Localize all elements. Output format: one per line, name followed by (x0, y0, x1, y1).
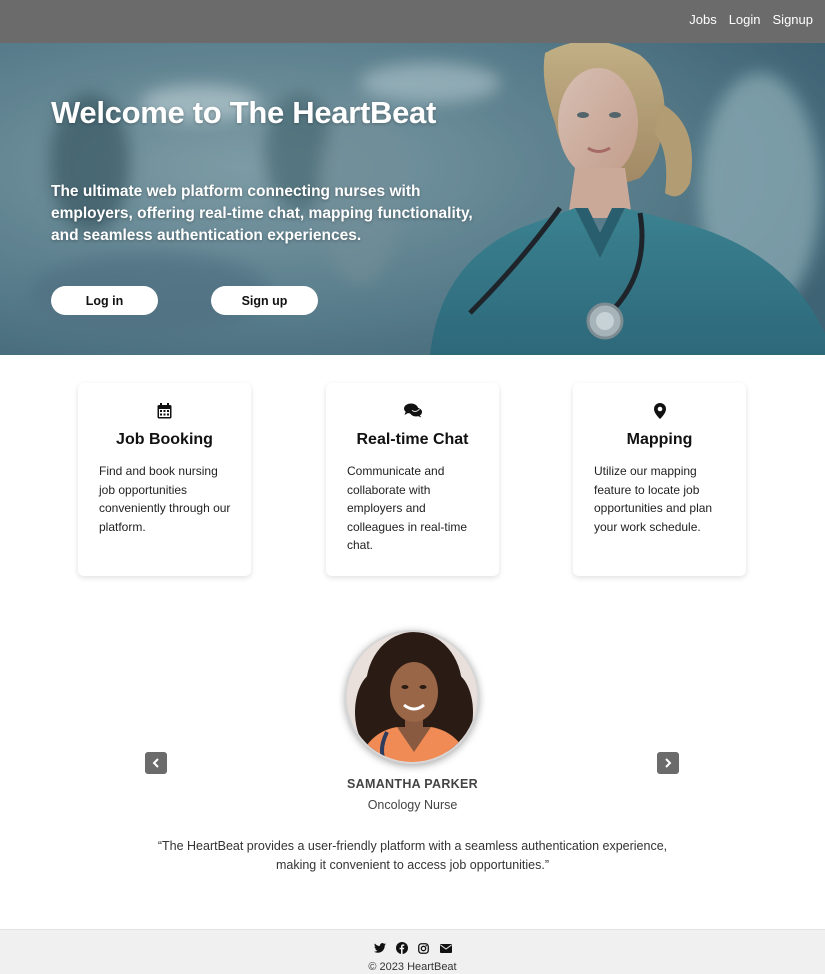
nav-link-jobs[interactable]: Jobs (689, 12, 716, 27)
footer: © 2023 HeartBeat (0, 929, 825, 974)
carousel-next-button[interactable] (657, 752, 679, 774)
feature-card-job-booking: Job Booking Find and book nursing job op… (78, 383, 251, 576)
hero-title: Welcome to The HeartBeat (51, 95, 436, 130)
feature-title: Mapping (626, 431, 693, 448)
twitter-icon[interactable] (373, 942, 386, 954)
feature-card-real-time-chat: Real-time Chat Communicate and collabora… (326, 383, 499, 576)
chevron-left-icon (152, 758, 159, 768)
copyright-text: © 2023 HeartBeat (368, 961, 457, 973)
social-links (0, 942, 825, 954)
feature-text: Communicate and collaborate with employe… (347, 464, 468, 552)
signup-button[interactable]: Sign up (211, 286, 318, 315)
nav-link-signup[interactable]: Signup (773, 12, 813, 27)
feature-title: Job Booking (116, 431, 213, 448)
calendar-icon (78, 403, 251, 421)
instagram-icon[interactable] (418, 942, 430, 954)
login-button[interactable]: Log in (51, 286, 158, 315)
testimonial-role: Oncology Nurse (367, 798, 458, 812)
navbar: Jobs Login Signup (0, 0, 825, 43)
feature-text: Find and book nursing job opportunities … (99, 464, 231, 534)
chat-icon (326, 403, 499, 421)
hero-banner: Welcome to The HeartBeat The ultimate we… (0, 43, 825, 355)
nav-link-login[interactable]: Login (729, 12, 761, 27)
feature-title: Real-time Chat (356, 431, 469, 448)
nav-links: Jobs Login Signup (689, 12, 813, 27)
feature-text: Utilize our mapping feature to locate jo… (594, 464, 713, 534)
testimonial-name: SAMANTHA PARKER (347, 777, 478, 791)
map-pin-icon (573, 403, 746, 421)
feature-card-mapping: Mapping Utilize our mapping feature to l… (573, 383, 746, 576)
carousel-prev-button[interactable] (145, 752, 167, 774)
testimonial-avatar (345, 630, 479, 764)
hero-subtitle: The ultimate web platform connecting nur… (51, 183, 473, 244)
facebook-icon[interactable] (395, 942, 408, 954)
envelope-icon[interactable] (439, 942, 452, 954)
chevron-right-icon (665, 758, 672, 768)
testimonial-quote: “The HeartBeat provides a user-friendly … (157, 839, 668, 872)
